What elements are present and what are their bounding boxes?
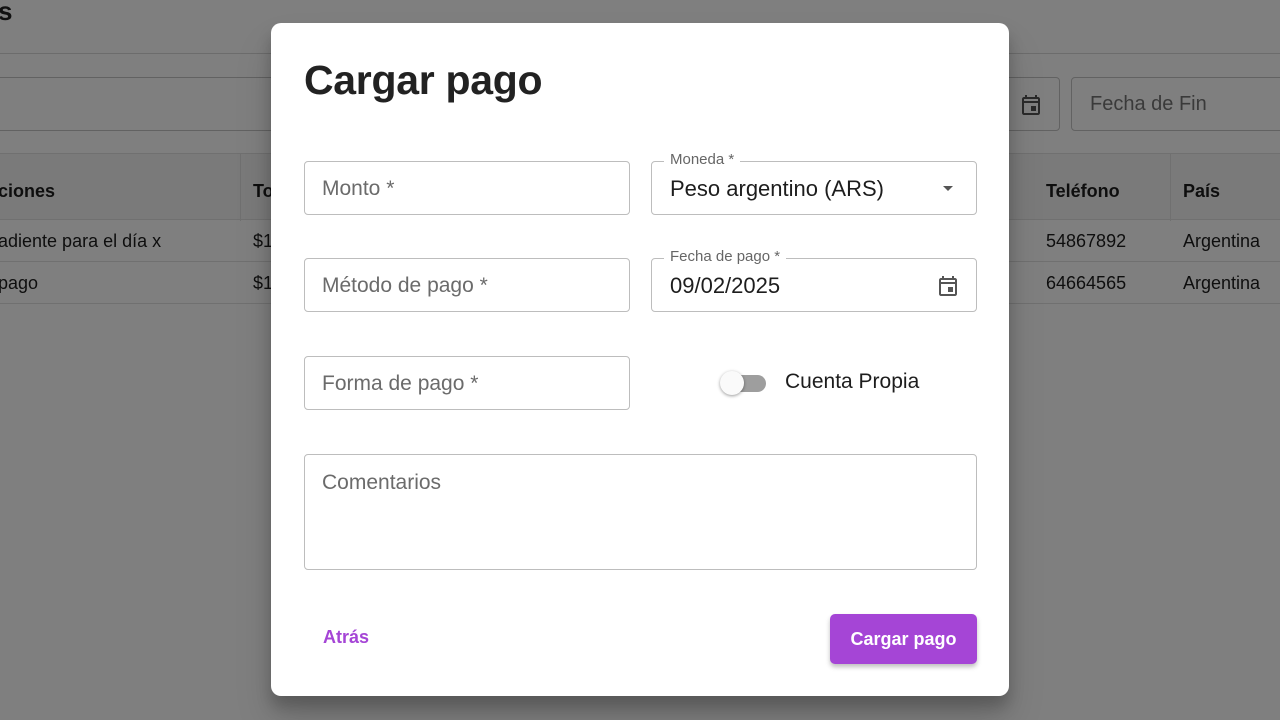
amount-input[interactable]: Monto * <box>304 161 630 215</box>
amount-placeholder: Monto * <box>322 177 395 200</box>
payment-method-input[interactable]: Método de pago * <box>304 258 630 312</box>
submit-payment-button[interactable]: Cargar pago <box>830 614 977 664</box>
comments-textarea[interactable]: Comentarios <box>304 454 977 570</box>
payment-dialog: Cargar pago Monto * Moneda * Peso argent… <box>271 23 1009 696</box>
comments-placeholder: Comentarios <box>322 471 442 494</box>
own-account-label[interactable]: Cuenta Propia <box>785 370 919 394</box>
currency-value: Peso argentino (ARS) <box>670 176 884 201</box>
toggle-thumb[interactable] <box>720 371 744 395</box>
payment-date-field[interactable]: Fecha de pago * 09/02/2025 <box>651 248 977 312</box>
currency-label: Moneda * <box>664 151 741 168</box>
payment-date-value: 09/02/2025 <box>670 273 781 298</box>
dialog-title: Cargar pago <box>304 57 543 103</box>
currency-select[interactable]: Moneda * Peso argentino (ARS) <box>651 151 977 215</box>
payment-form-placeholder: Forma de pago * <box>322 372 479 395</box>
own-account-toggle[interactable] <box>720 371 770 395</box>
payment-date-label: Fecha de pago * <box>664 248 787 265</box>
payment-form-input[interactable]: Forma de pago * <box>304 356 630 410</box>
chevron-down-icon[interactable] <box>936 176 960 205</box>
back-button[interactable]: Atrás <box>311 623 381 651</box>
payment-method-placeholder: Método de pago * <box>322 274 488 297</box>
calendar-icon[interactable] <box>936 274 960 303</box>
